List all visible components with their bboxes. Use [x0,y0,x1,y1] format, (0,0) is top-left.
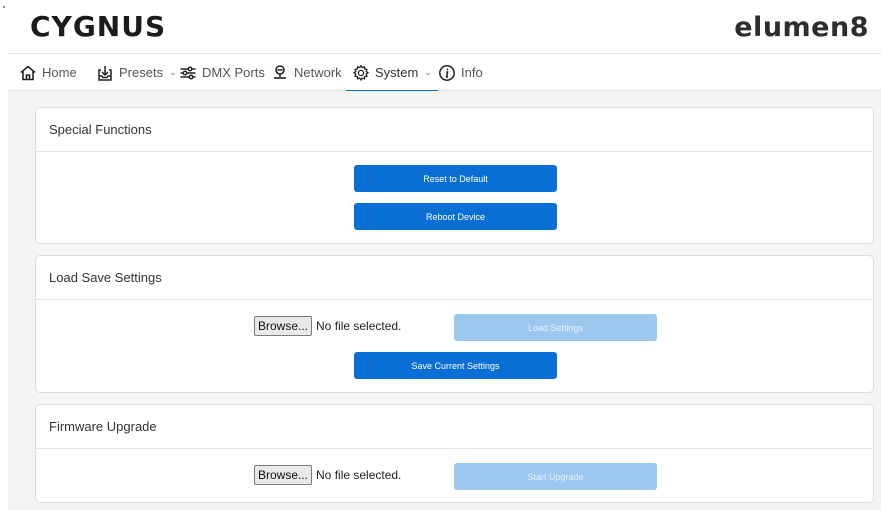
nav-label-system: System [375,65,419,80]
browse-button[interactable]: Browse... [254,316,313,336]
save-current-settings-button[interactable]: Save Current Settings [354,352,557,379]
firmware-upgrade-card: Firmware Upgrade Browse... No file selec… [35,404,874,503]
top-header: CYGNUS elumen8 [8,0,881,54]
load-settings-button[interactable]: Load Settings [454,314,657,341]
nav-item-system[interactable]: System ⌄ [346,54,438,92]
nav-item-presets[interactable]: Presets ⌄ [96,54,177,91]
network-icon [271,64,289,82]
main-content: Special Functions Reset to Default Reboo… [8,91,881,510]
info-icon [438,64,456,82]
nav-label-network: Network [294,65,342,80]
sliders-icon [179,64,197,82]
download-tray-icon [96,64,114,82]
start-upgrade-button[interactable]: Start Upgrade [454,463,657,490]
nav-item-info[interactable]: Info [438,54,483,91]
reboot-device-button[interactable]: Reboot Device [354,203,557,230]
file-status-text: No file selected. [316,468,402,482]
special-functions-card: Special Functions Reset to Default Reboo… [35,107,874,244]
chevron-down-icon: ⌄ [424,67,432,77]
home-icon [19,64,37,82]
main-nav: Home Presets ⌄ DMX Ports Network System … [8,54,881,92]
cygnus-logo: CYGNUS [30,10,167,43]
card-title: Special Functions [36,108,873,152]
nav-item-network[interactable]: Network [271,54,342,91]
gear-icon [352,64,370,82]
corner-dot [3,6,5,8]
load-save-settings-card: Load Save Settings Browse... No file sel… [35,255,874,393]
nav-label-info: Info [461,65,483,80]
settings-file-input: Browse... No file selected. [254,316,401,336]
browse-button[interactable]: Browse... [254,465,313,485]
nav-label-dmx-ports: DMX Ports [202,65,265,80]
nav-item-home[interactable]: Home [19,54,77,91]
file-status-text: No file selected. [316,319,402,333]
firmware-file-input: Browse... No file selected. [254,465,401,485]
elumen8-logo: elumen8 [734,12,869,43]
reset-to-default-button[interactable]: Reset to Default [354,165,557,192]
chevron-down-icon: ⌄ [169,67,177,77]
nav-item-dmx-ports[interactable]: DMX Ports [179,54,265,91]
card-title: Load Save Settings [36,256,873,300]
nav-label-presets: Presets [119,65,164,80]
nav-label-home: Home [42,65,77,80]
card-title: Firmware Upgrade [36,405,873,449]
